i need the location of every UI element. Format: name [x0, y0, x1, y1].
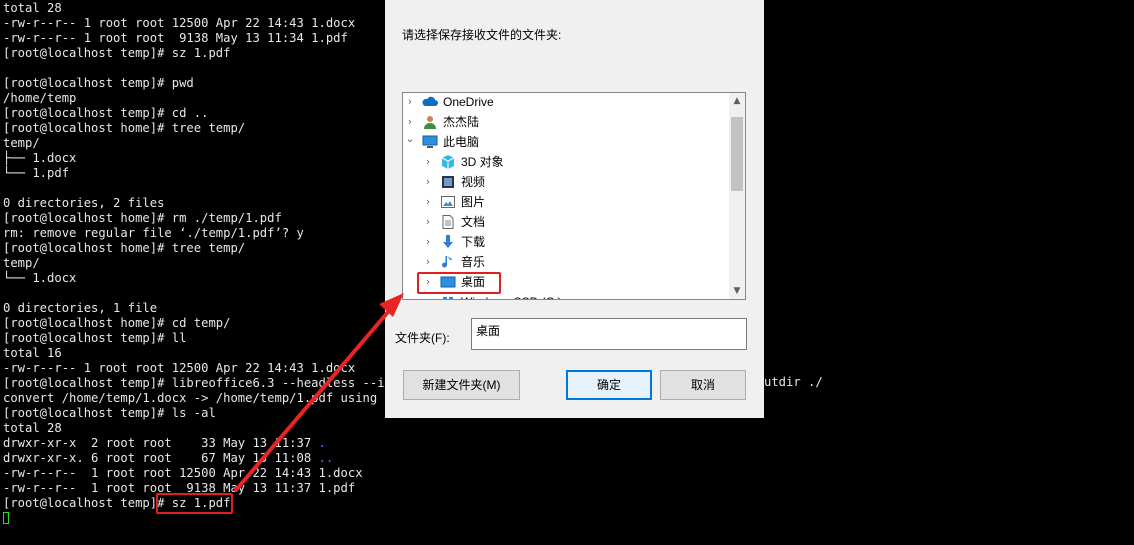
chevron-right-icon[interactable]: › [423, 152, 433, 172]
terminal-line: └── 1.pdf [3, 166, 70, 180]
terminal-line: [root@localhost home]# tree temp/ [3, 241, 246, 255]
terminal-line: [root@localhost home]# cd temp/ [3, 316, 231, 330]
music-icon [440, 254, 456, 270]
chevron-down-icon[interactable]: ⌄ [405, 129, 415, 149]
tree-item-downloads[interactable]: › 下载 [403, 232, 729, 252]
tree-item-label: OneDrive [443, 95, 494, 109]
chevron-right-icon[interactable]: › [423, 192, 433, 212]
terminal-line: temp/ [3, 256, 40, 270]
terminal-line: rm: remove regular file ‘./temp/1.pdf’? … [3, 226, 304, 240]
terminal-line: -rw-r--r-- 1 root root 12500 Apr 22 14:4… [3, 466, 363, 480]
terminal-line: -rw-r--r-- 1 root root 9138 May 13 11:34… [3, 31, 348, 45]
terminal-line: [root@localhost home]# tree temp/ [3, 121, 246, 135]
terminal-line: /home/temp [3, 91, 77, 105]
terminal-line: drwxr-xr-x 2 root root 33 May 13 11:37 . [3, 436, 326, 450]
tree-item-music[interactable]: › 音乐 [403, 252, 729, 272]
chevron-right-icon[interactable]: › [423, 212, 433, 232]
terminal-line: [root@localhost temp]# pwd [3, 76, 194, 90]
terminal-line: [root@localhost home]# rm ./temp/1.pdf [3, 211, 282, 225]
user-icon [422, 114, 438, 130]
ok-button[interactable]: 确定 [566, 370, 652, 400]
tree-item-this-pc[interactable]: ⌄ 此电脑 [403, 132, 729, 152]
tree-item-videos[interactable]: › 视频 [403, 172, 729, 192]
picture-icon [440, 194, 456, 210]
tree-item-label: 下载 [461, 235, 486, 249]
tree-item-onedrive[interactable]: › OneDrive [403, 93, 729, 112]
sz-command-highlight [156, 493, 233, 514]
tree-item-label: 杰杰陆 [443, 115, 480, 129]
tree-item-label: 此电脑 [443, 135, 480, 149]
folder-select-dialog: 请选择保存接收文件的文件夹: › OneDrive › 杰杰陆 ⌄ 此电脑 › … [385, 0, 764, 418]
terminal-line: ├── 1.docx [3, 151, 77, 165]
terminal-overflow-text: utdir ./ [764, 375, 823, 389]
terminal-line: convert /home/temp/1.docx -> /home/temp/… [3, 391, 407, 405]
terminal-line: [root@localhost temp]# cd .. [3, 106, 209, 120]
terminal-line: temp/ [3, 136, 40, 150]
cancel-button[interactable]: 取消 [660, 370, 746, 400]
tree-item-label: 3D 对象 [461, 155, 504, 169]
terminal-line: 0 directories, 1 file [3, 301, 158, 315]
terminal-line: -rw-r--r-- 1 root root 12500 Apr 22 14:4… [3, 16, 356, 30]
dialog-prompt: 请选择保存接收文件的文件夹: [402, 28, 562, 42]
terminal-cursor [3, 512, 9, 524]
chevron-right-icon[interactable]: › [423, 172, 433, 192]
tree-scrollbar[interactable]: ▲ ▼ [729, 93, 745, 299]
folder-tree[interactable]: › OneDrive › 杰杰陆 ⌄ 此电脑 › 3D 对象 › 视频 › 图片… [402, 92, 746, 300]
directory-entry: . [318, 436, 326, 450]
scroll-down-icon[interactable]: ▼ [729, 283, 745, 299]
chevron-right-icon[interactable]: › [405, 93, 415, 112]
scroll-thumb[interactable] [731, 117, 743, 191]
computer-icon [422, 134, 438, 150]
tree-item-label: 图片 [461, 195, 486, 209]
terminal-line: total 16 [3, 346, 62, 360]
drive-icon [440, 294, 456, 299]
cube-3d-icon [440, 154, 456, 170]
terminal-line: [root@localhost temp]# ll [3, 331, 187, 345]
terminal-line: drwxr-xr-x. 6 root root 67 May 13 11:08 … [3, 451, 334, 465]
download-icon [440, 234, 456, 250]
desktop-item-highlight [417, 272, 501, 294]
tree-item-3d-objects[interactable]: › 3D 对象 [403, 152, 729, 172]
new-folder-button[interactable]: 新建文件夹(M) [403, 370, 520, 400]
tree-item-label: 视频 [461, 175, 486, 189]
tree-item-label: 音乐 [461, 255, 486, 269]
terminal-line: └── 1.docx [3, 271, 77, 285]
terminal-line: total 28 [3, 421, 62, 435]
terminal-line: [root@localhost temp]# ls -al [3, 406, 216, 420]
terminal-line: [root@localhost temp]# sz 1.pdf [3, 46, 231, 60]
tree-item-user[interactable]: › 杰杰陆 [403, 112, 729, 132]
terminal-line: 0 directories, 2 files [3, 196, 165, 210]
terminal-line: total 28 [3, 1, 62, 15]
chevron-right-icon[interactable]: › [423, 232, 433, 252]
chevron-right-icon[interactable]: › [423, 252, 433, 272]
folder-field-label: 文件夹(F): [395, 331, 450, 345]
directory-entry: .. [318, 451, 334, 465]
tree-item-documents[interactable]: › 文档 [403, 212, 729, 232]
tree-item-pictures[interactable]: › 图片 [403, 192, 729, 212]
terminal-line: -rw-r--r-- 1 root root 12500 Apr 22 14:4… [3, 361, 356, 375]
scroll-up-icon[interactable]: ▲ [729, 93, 745, 109]
video-icon [440, 174, 456, 190]
terminal-line: [root@localhost temp]# libreoffice6.3 --… [3, 376, 407, 390]
folder-input[interactable]: 桌面 [471, 318, 747, 350]
document-icon [440, 214, 456, 230]
tree-item-label: 文档 [461, 215, 486, 229]
cloud-icon [422, 94, 438, 110]
